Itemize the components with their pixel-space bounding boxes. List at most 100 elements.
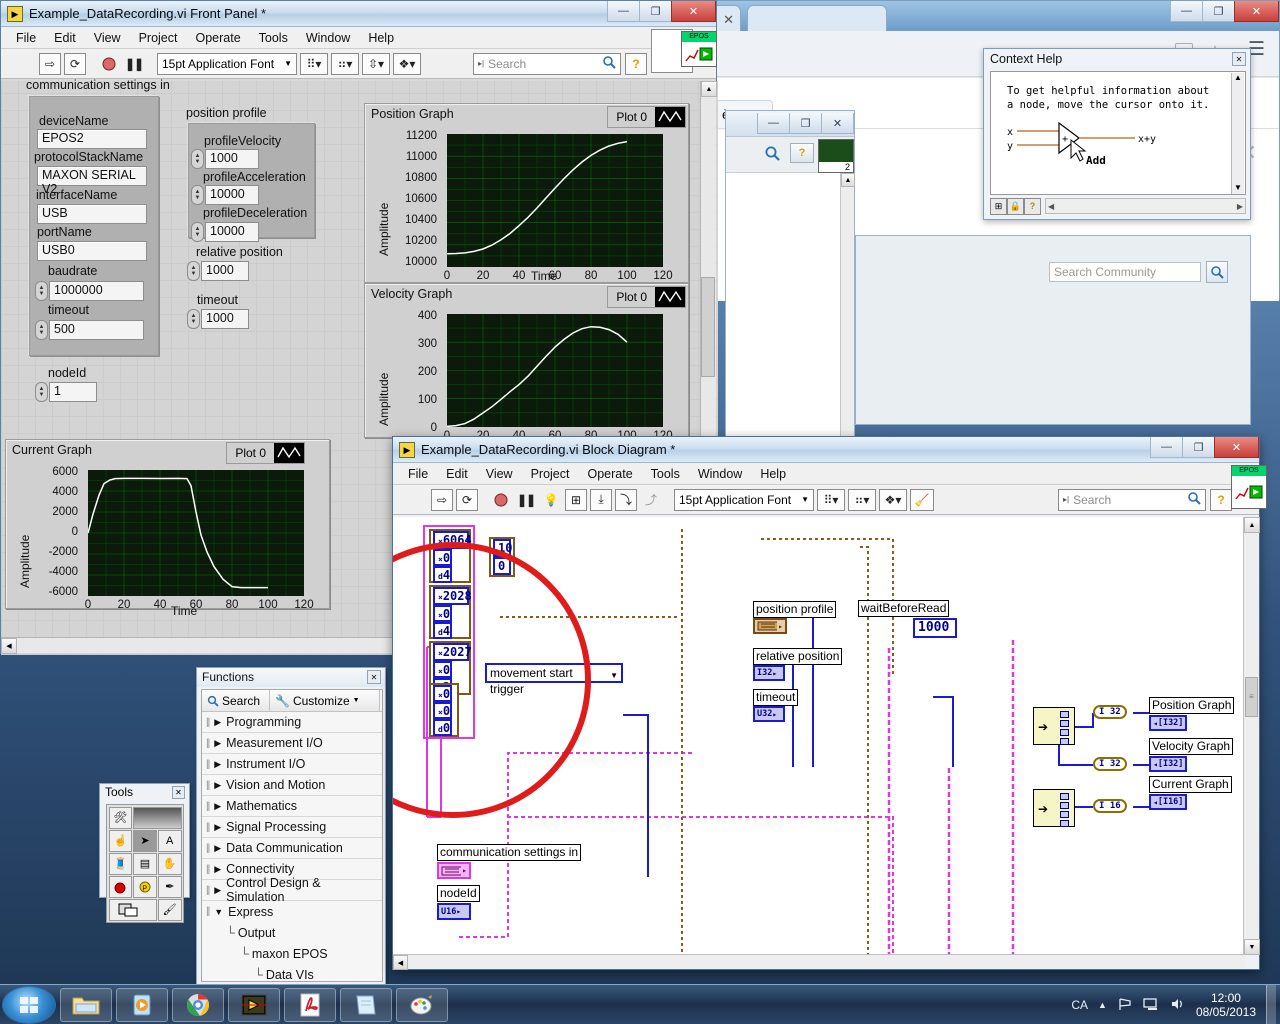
bd-terminal-relative-position[interactable]: I32 ▸ [753, 665, 785, 681]
get-color-icon[interactable]: ✒ [157, 875, 182, 898]
maximize-button[interactable]: ❐ [1182, 437, 1215, 458]
show-hidden-icons-icon[interactable]: ▲ [1098, 1000, 1107, 1010]
search-input[interactable]: ▸| Search [473, 52, 621, 75]
menu-window[interactable]: Window [689, 465, 751, 483]
scroll-up-arrow[interactable]: ▲ [1244, 517, 1260, 533]
palette-customize-button[interactable]: 🔧 Customize ▼ [270, 690, 380, 711]
index-array-node-1[interactable]: ➔ [1033, 707, 1075, 745]
search-input[interactable]: ▸| Search [1058, 488, 1206, 511]
context-help-icon[interactable]: ? [790, 143, 814, 163]
bd-terminal-current-graph[interactable]: ◂ [I16] [1149, 794, 1187, 810]
step-over-icon[interactable]: ⤵ [615, 488, 637, 511]
context-help-buttons[interactable]: ⊞ 🔒 ? ◀ ▶ [990, 197, 1246, 215]
search-icon[interactable] [1187, 491, 1201, 508]
set-clear-breakpoint-icon[interactable] [108, 875, 133, 898]
chevron-down-icon[interactable]: ▼ [214, 907, 223, 917]
block-diagram-titlebar[interactable]: ▶ Example_DataRecording.vi Block Diagram… [393, 437, 1259, 463]
clock[interactable]: 12:00 08/05/2013 [1196, 991, 1256, 1019]
bd-terminal-velocity-graph[interactable]: ◂ [I32] [1149, 756, 1187, 772]
scroll-right-arrow[interactable]: ▶ [1237, 202, 1243, 211]
close-button[interactable]: ✕ [1214, 437, 1259, 458]
distribute-objects-icon[interactable]: ⠶▾ [331, 52, 359, 75]
palette-search-button[interactable]: Search [202, 690, 270, 711]
menu-project[interactable]: Project [130, 29, 187, 47]
drag-grip-icon[interactable]: || [206, 843, 210, 854]
close-icon[interactable]: ✕ [1232, 52, 1246, 66]
menu-help[interactable]: Help [359, 29, 403, 47]
drag-grip-icon[interactable]: || [206, 738, 210, 749]
network-icon[interactable] [1117, 997, 1133, 1014]
search-icon[interactable] [602, 55, 616, 72]
scroll-up-arrow[interactable]: ▲ [1232, 73, 1244, 82]
chevron-right-icon[interactable]: ▶ [214, 801, 221, 812]
minimize-button[interactable]: — [1150, 437, 1183, 458]
run-arrow-icon[interactable]: ⇨ [39, 52, 61, 75]
labview-icon[interactable] [228, 987, 280, 1022]
bd-terminal-nodeid[interactable]: U16 ▸ [437, 903, 471, 920]
maximize-button[interactable]: ❐ [789, 113, 822, 134]
block-diagram-window-buttons[interactable]: — ❐ ✕ [1150, 437, 1259, 459]
menu-help[interactable]: Help [751, 465, 795, 483]
bg-window-toolbar[interactable]: ? 2 [726, 137, 854, 173]
current-graph-plot[interactable] [87, 470, 304, 596]
context-help-icon[interactable]: ? [625, 52, 647, 75]
close-icon[interactable]: ✕ [172, 786, 185, 799]
tools-palette[interactable]: Tools ✕ 🛠 ☝ ➤ A 🧵 ▤ ✋ P ✒ 🖌 [99, 783, 190, 923]
menu-view[interactable]: View [477, 465, 522, 483]
position-graph-legend[interactable]: Plot 0 [607, 106, 686, 128]
scroll-up-arrow[interactable]: ▲ [701, 81, 717, 97]
current-graph-legend[interactable]: Plot 0 [226, 442, 305, 464]
chevron-down-icon[interactable]: ▼ [284, 59, 292, 68]
align-objects-icon[interactable]: ⠿▾ [300, 52, 328, 75]
scroll-thumb[interactable] [701, 277, 715, 377]
position-size-select-icon[interactable]: ➤ [133, 829, 157, 852]
bd-conversion-2[interactable]: I 32 [1093, 757, 1127, 771]
windows-media-player-icon[interactable] [116, 987, 168, 1022]
chevron-right-icon[interactable]: ▶ [214, 717, 221, 728]
comm-timeout-input[interactable]: 500 [49, 320, 144, 340]
chevron-right-icon[interactable]: ▶ [214, 759, 221, 770]
nodeid-stepper[interactable]: ▲ ▼ [35, 382, 48, 402]
velocity-graph[interactable]: Velocity Graph Plot 0 Amplitude 400 300 … [364, 283, 689, 442]
plot-style-icon[interactable] [655, 287, 685, 307]
close-icon[interactable]: ✕ [367, 670, 381, 684]
menu-project[interactable]: Project [522, 465, 579, 483]
bd-const-wait-before-read[interactable]: 1000 [913, 618, 957, 638]
palette-subitem-maxon-epos[interactable]: └ maxon EPOS [202, 943, 382, 964]
step-into-icon[interactable]: ⤓ [590, 488, 612, 511]
abort-execution-icon[interactable] [98, 53, 120, 75]
font-selector[interactable]: 15pt Application Font ▼ [157, 52, 297, 75]
distribute-objects-icon[interactable]: ⠶▾ [848, 488, 876, 511]
palette-item-mathematics[interactable]: || ▶ Mathematics [202, 796, 382, 817]
front-panel-titlebar[interactable]: ▶ Example_DataRecording.vi Front Panel *… [1, 1, 716, 27]
maximize-button[interactable]: ❐ [639, 1, 672, 22]
menu-operate[interactable]: Operate [578, 465, 641, 483]
position-graph-plot[interactable] [446, 134, 663, 267]
paint-icon[interactable] [396, 987, 448, 1022]
step-out-icon[interactable]: ⤴ [640, 489, 662, 511]
block-diagram-canvas[interactable]: ×6064 ×0 d4 ×2028 ×0 d4 ×2027 ×0 d2 ×0 ×… [393, 517, 1245, 955]
minimize-button[interactable]: — [757, 113, 790, 134]
functions-palette-toolbar[interactable]: Search 🔧 Customize ▼ [202, 690, 382, 712]
menu-operate[interactable]: Operate [186, 29, 249, 47]
block-diagram-horizontal-scrollbar[interactable]: ◀ [393, 954, 1245, 970]
comm-timeout-stepper[interactable]: ▲ ▼ [35, 320, 48, 340]
run-continuously-icon[interactable]: ⟳ [64, 52, 86, 75]
profile-velocity-stepper[interactable]: ▲ ▼ [191, 149, 204, 169]
velocity-graph-plot[interactable] [446, 314, 663, 428]
search-community-input[interactable]: Search Community [1049, 262, 1201, 282]
bd-conversion-1[interactable]: I 32 [1093, 705, 1127, 719]
chevron-right-icon[interactable]: ▶ [214, 822, 221, 833]
google-chrome-icon[interactable] [172, 987, 224, 1022]
context-help-scrollbar[interactable]: ▲ ▼ [1231, 73, 1244, 194]
automatic-tool-selection-icon[interactable]: 🛠 [108, 806, 133, 829]
palette-item-vision-and-motion[interactable]: || ▶ Vision and Motion [202, 775, 382, 796]
close-icon[interactable]: ✕ [723, 12, 734, 28]
browser-window-buttons[interactable]: — ❐ ✕ [1170, 1, 1279, 23]
menu-file[interactable]: File [7, 29, 45, 47]
palette-item-data-communication[interactable]: || ▶ Data Communication [202, 838, 382, 859]
context-help-window[interactable]: Context Help ✕ To get helpful informatio… [983, 48, 1251, 220]
baudrate-stepper[interactable]: ▲ ▼ [35, 281, 48, 301]
pause-icon[interactable]: ❚❚ [123, 53, 145, 75]
abort-execution-icon[interactable] [490, 489, 512, 511]
